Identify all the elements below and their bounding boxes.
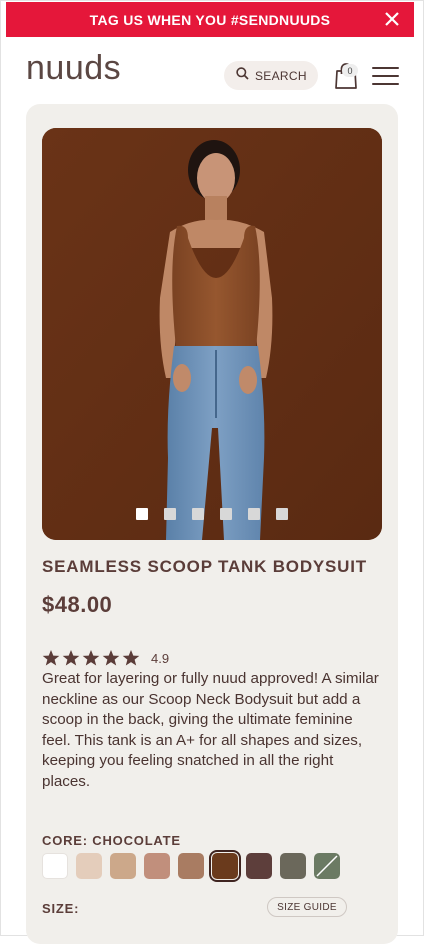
carousel-dot-2[interactable] [164,508,176,520]
size-label: SIZE: [42,901,80,916]
rating-value: 4.9 [151,650,170,666]
hamburger-menu-icon[interactable] [372,65,400,87]
search-icon [236,66,249,85]
search-label: SEARCH [255,68,307,83]
carousel-dot-4[interactable] [220,508,232,520]
close-icon[interactable] [384,10,400,28]
product-price: $48.00 [42,592,113,617]
carousel-dot-1[interactable] [136,508,148,520]
product-image[interactable] [42,128,382,540]
carousel-dot-3[interactable] [192,508,204,520]
color-swatch-6[interactable] [209,850,241,882]
brand-logo[interactable]: nuuds [26,51,121,85]
cart-count-badge: 0 [342,64,358,77]
model-illustration [42,128,382,540]
color-swatch-3[interactable] [110,853,136,879]
product-rating[interactable]: 4.9 [42,649,169,667]
promo-text: TAG US WHEN YOU #SENDNUUDS [89,11,331,28]
size-guide-button[interactable]: SIZE GUIDE [267,897,347,917]
color-swatch-2[interactable] [76,853,102,879]
search-button[interactable]: SEARCH [224,61,318,90]
color-swatches [42,850,340,882]
color-label: CORE: CHOCOLATE [42,833,181,848]
color-swatch-4[interactable] [144,853,170,879]
color-swatch-5[interactable] [178,853,204,879]
star-rating-icon [42,649,142,667]
color-swatch-8[interactable] [280,853,306,879]
color-swatch-9[interactable] [314,853,340,879]
color-swatch-7[interactable] [246,853,272,879]
carousel-dot-6[interactable] [276,508,288,520]
carousel-dots [136,508,288,520]
carousel-dot-5[interactable] [248,508,260,520]
site-header: nuuds SEARCH 0 [6,37,414,109]
product-title: SEAMLESS SCOOP TANK BODYSUIT [42,557,367,576]
product-description: Great for layering or fully nuud approve… [42,670,379,790]
promo-banner: TAG US WHEN YOU #SENDNUUDS [6,2,414,37]
sold-out-slash-icon [316,855,338,877]
color-swatch-1[interactable] [42,853,68,879]
